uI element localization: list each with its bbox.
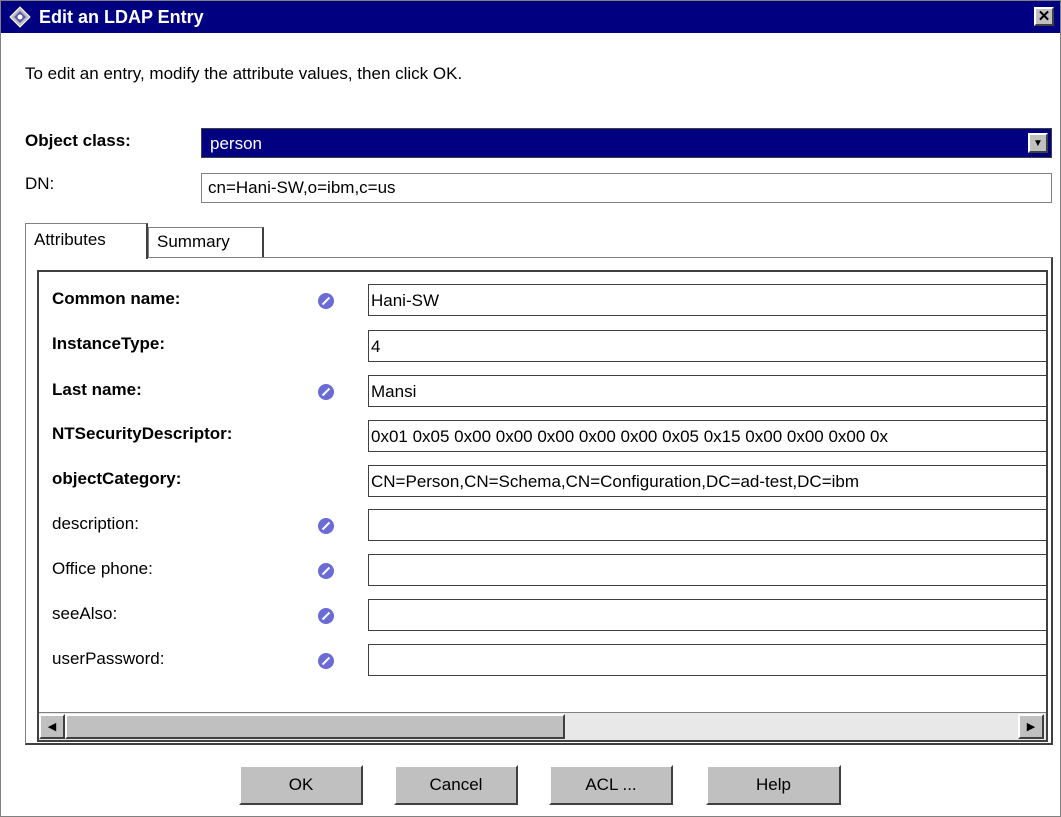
chevron-down-icon[interactable]: ▼ (1028, 133, 1048, 153)
tab-summary[interactable]: Summary (148, 227, 264, 257)
user-password-field[interactable] (368, 644, 1046, 676)
field-value: CN=Person,CN=Schema,CN=Configuration,DC=… (371, 472, 860, 491)
attribute-label: Common name: (52, 289, 181, 308)
pencil-icon[interactable] (317, 292, 335, 310)
cancel-button[interactable]: Cancel (394, 765, 518, 805)
tab-summary-label: Summary (157, 232, 230, 251)
attribute-label: NTSecurityDescriptor: (52, 424, 233, 443)
attribute-label: InstanceType: (52, 334, 166, 353)
attribute-label: objectCategory: (52, 469, 182, 488)
office-phone-field[interactable] (368, 554, 1046, 586)
description-field[interactable] (368, 509, 1046, 541)
acl-button[interactable]: ACL ... (549, 765, 673, 805)
tab-attributes[interactable]: Attributes (25, 223, 148, 259)
attribute-label: description: (52, 514, 139, 533)
field-value: Mansi (371, 382, 417, 401)
dn-value: cn=Hani-SW,o=ibm,c=us (208, 178, 396, 197)
cancel-button-label: Cancel (429, 775, 483, 794)
last-name-field[interactable]: Mansi (368, 375, 1046, 407)
ok-button-label: OK (288, 775, 314, 794)
attribute-label: userPassword: (52, 649, 165, 668)
see-also-field[interactable] (368, 599, 1046, 631)
close-icon: ✕ (1037, 8, 1051, 25)
horizontal-scrollbar[interactable]: ◀ ▶ (39, 712, 1046, 740)
instance-type-field[interactable]: 4 (368, 330, 1046, 362)
acl-button-label: ACL ... (585, 775, 637, 794)
common-name-field[interactable]: Hani-SW (368, 284, 1046, 316)
object-class-select[interactable]: person ▼ (201, 128, 1052, 158)
window-title: Edit an LDAP Entry (39, 6, 204, 27)
title-bar[interactable]: Edit an LDAP Entry ✕ (1, 1, 1060, 33)
dn-label: DN: (25, 174, 55, 193)
attributes-list: Common name: Hani-SW InstanceType: 4 Las… (37, 270, 1048, 742)
pencil-icon[interactable] (317, 562, 335, 580)
dn-field[interactable]: cn=Hani-SW,o=ibm,c=us (201, 173, 1052, 203)
field-value: 0x01 0x05 0x00 0x00 0x00 0x00 0x00 0x05 … (371, 427, 888, 446)
scroll-thumb[interactable] (65, 714, 565, 739)
pencil-icon[interactable] (317, 652, 335, 670)
pencil-icon[interactable] (317, 607, 335, 625)
help-button[interactable]: Help (706, 765, 841, 805)
pencil-icon[interactable] (317, 383, 335, 401)
close-button[interactable]: ✕ (1034, 7, 1054, 26)
help-button-label: Help (756, 775, 791, 794)
object-class-value: person (210, 134, 262, 153)
nt-security-descriptor-field[interactable]: 0x01 0x05 0x00 0x00 0x00 0x00 0x00 0x05 … (368, 420, 1046, 452)
object-category-field[interactable]: CN=Person,CN=Schema,CN=Configuration,DC=… (368, 465, 1046, 497)
instructions-text: To edit an entry, modify the attribute v… (25, 64, 463, 83)
tab-attributes-label: Attributes (34, 230, 106, 249)
scroll-right-icon[interactable]: ▶ (1018, 714, 1044, 739)
field-value: Hani-SW (371, 291, 440, 310)
object-class-label: Object class: (25, 131, 131, 150)
attribute-label: seeAlso: (52, 604, 118, 623)
ok-button[interactable]: OK (239, 765, 363, 805)
dialog-window: Edit an LDAP Entry ✕ To edit an entry, m… (0, 0, 1061, 817)
attribute-label: Last name: (52, 380, 142, 399)
field-value: 4 (371, 337, 381, 356)
scroll-left-icon[interactable]: ◀ (39, 714, 65, 739)
pencil-icon[interactable] (317, 517, 335, 535)
ldap-entry-icon (9, 6, 31, 28)
attribute-label: Office phone: (52, 559, 153, 578)
